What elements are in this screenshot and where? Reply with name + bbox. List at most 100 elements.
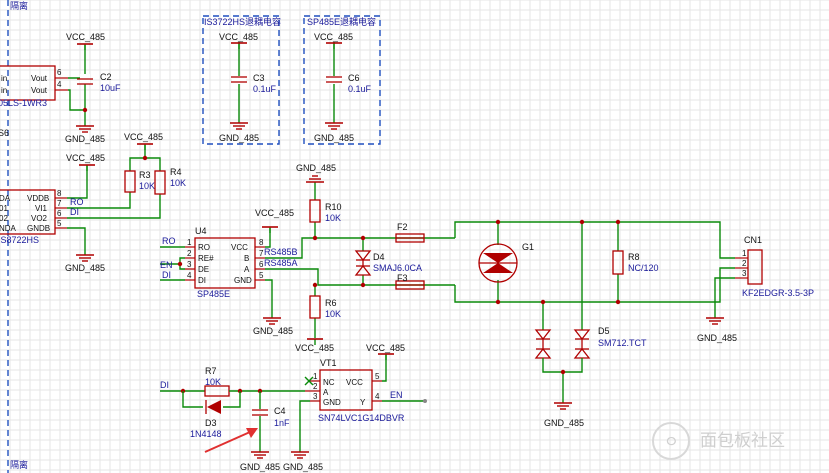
gnd-d5-label: GND_485 bbox=[544, 418, 584, 428]
schematic-svg: 隔离 隔离 in in Vout Vout 6 4 05LS-1WR3 C2 1… bbox=[0, 0, 829, 473]
vcc-c2: VCC_485 bbox=[66, 32, 105, 50]
dcdc-pinno-4: 4 bbox=[57, 80, 62, 89]
gnd-c3-label: GND_485 bbox=[219, 133, 259, 143]
iso-ref: S6 bbox=[0, 128, 9, 138]
net-rs485a: RS485A bbox=[264, 258, 298, 268]
gnd-c4: GND_485 bbox=[240, 451, 280, 472]
isolation-label-top: 隔离 bbox=[10, 0, 28, 11]
c3-value: 0.1uF bbox=[253, 84, 277, 94]
vt1-ref: VT1 bbox=[320, 358, 337, 368]
u4-lpin-3: DI bbox=[198, 276, 206, 285]
dcdc-name: 05LS-1WR3 bbox=[0, 98, 47, 108]
dcdc-pin-vout1: Vout bbox=[31, 74, 48, 83]
iso-lpin-3: NDA bbox=[0, 224, 17, 233]
isolation-label-bottom: 隔离 bbox=[10, 459, 28, 470]
gnd-u4-label: GND_485 bbox=[253, 326, 293, 336]
net-rs485b: RS485B bbox=[264, 247, 298, 257]
vt1-lpin-0: NC bbox=[323, 378, 335, 387]
c2-ref: C2 bbox=[100, 72, 112, 82]
gnd-r10-label: GND_485 bbox=[296, 163, 336, 173]
r8-value: NC/120 bbox=[628, 263, 659, 273]
vcc-r3r4-label: VCC_485 bbox=[124, 132, 163, 142]
u4-lnum-1: 2 bbox=[187, 249, 192, 258]
iso-lpin-0: DA bbox=[0, 194, 11, 203]
vt1-lnum-2: 3 bbox=[313, 392, 318, 401]
u4-rpin-0: VCC bbox=[231, 243, 248, 252]
gnd-u4: GND_485 bbox=[253, 317, 293, 336]
r3-value: 10K bbox=[139, 181, 155, 191]
vt1-rnum-0: 5 bbox=[375, 372, 380, 381]
r10-ref: R10 bbox=[325, 202, 342, 212]
vcc-c3: VCC_485 bbox=[219, 32, 258, 49]
vt1-rpin-0: VCC bbox=[346, 378, 363, 387]
r3-ref: R3 bbox=[139, 170, 151, 180]
c4-value: 1nF bbox=[274, 418, 290, 428]
cn1-pin-1: 1 bbox=[742, 249, 747, 258]
gnd-iso: GND_485 bbox=[65, 254, 105, 273]
net-ro-u4: RO bbox=[162, 236, 176, 246]
gnd-cn1-label: GND_485 bbox=[697, 333, 737, 343]
dcdc-pin-vout2: Vout bbox=[31, 86, 48, 95]
r7-ref: R7 bbox=[205, 366, 217, 376]
vt1-lnum-1: 2 bbox=[313, 382, 318, 391]
u4-lnum-0: 1 bbox=[187, 238, 192, 247]
u4-lpin-2: DE bbox=[198, 265, 209, 274]
net-en-u4: EN bbox=[160, 260, 173, 270]
cn1-pin-2: 2 bbox=[742, 259, 747, 268]
cn1-value: KF2EDGR-3.5-3P bbox=[742, 288, 814, 298]
gnd-iso-label: GND_485 bbox=[65, 263, 105, 273]
vcc-vt1: VCC_485 bbox=[366, 343, 405, 360]
d5-value: SM712.TCT bbox=[598, 338, 647, 348]
iso-rpin-0: VDDB bbox=[27, 194, 49, 203]
gnd-c2: GND_485 bbox=[65, 125, 105, 144]
dcdc-pinno-6: 6 bbox=[57, 68, 62, 77]
grid bbox=[0, 0, 829, 473]
d4-value: SMAJ6.0CA bbox=[373, 263, 422, 273]
net-di-bottom: DI bbox=[160, 380, 169, 390]
net-en-bottom: EN bbox=[390, 390, 403, 400]
u4-lnum-3: 4 bbox=[187, 271, 192, 280]
iso-pinno-0: 8 bbox=[57, 189, 62, 198]
gnd-c3: GND_485 bbox=[219, 122, 259, 143]
d3-value: 1N4148 bbox=[190, 429, 222, 439]
vcc-r6-label: VCC_485 bbox=[295, 343, 334, 353]
vt1-lnum-0: 1 bbox=[313, 372, 318, 381]
watermark: ㅇ 面包板社区 bbox=[652, 422, 785, 460]
u4-lpin-0: RO bbox=[198, 243, 210, 252]
f2-ref: F2 bbox=[397, 222, 408, 232]
r10-value: 10K bbox=[325, 213, 341, 223]
gnd-vt1-label: GND_485 bbox=[283, 462, 323, 472]
vcc-c2-label: VCC_485 bbox=[66, 32, 105, 42]
r4-value: 10K bbox=[170, 178, 186, 188]
cn1-ref: CN1 bbox=[744, 235, 762, 245]
c3-ref: C3 bbox=[253, 73, 265, 83]
decap-box-u4-label: IS3722HS退耦电容 bbox=[204, 16, 281, 27]
watermark-text: 面包板社区 bbox=[700, 431, 785, 450]
iso-rpin-1: VI1 bbox=[35, 204, 48, 213]
vcc-iso-label: VCC_485 bbox=[66, 153, 105, 163]
gnd-vt1: GND_485 bbox=[283, 451, 323, 472]
dcdc-pin-in1: in bbox=[1, 74, 7, 83]
vcc-iso: VCC_485 bbox=[66, 153, 105, 171]
r6-resistor: R6 10K bbox=[309, 295, 341, 319]
u4-rpin-3: GND bbox=[234, 276, 252, 285]
c6-capacitor: C6 0.1uF bbox=[326, 73, 372, 94]
schematic-canvas: 隔离 隔离 in in Vout Vout 6 4 05LS-1WR3 C2 1… bbox=[0, 0, 829, 473]
iso-pinno-2: 6 bbox=[57, 209, 62, 218]
u4-sp485e: U4 SP485E RO RE# DE DI VCC B A GND 1 2 3… bbox=[185, 226, 265, 299]
u4-lpin-1: RE# bbox=[198, 254, 214, 263]
vt1-rpin-1: Y bbox=[360, 398, 366, 407]
d5-ref: D5 bbox=[598, 326, 610, 336]
vcc-c6-label: VCC_485 bbox=[314, 32, 353, 42]
iso-name: IS8722HS bbox=[0, 235, 39, 245]
c4-ref: C4 bbox=[274, 406, 286, 416]
r6-value: 10K bbox=[325, 309, 341, 319]
g1-ref: G1 bbox=[522, 242, 534, 252]
cn1-pin-3: 3 bbox=[742, 269, 747, 278]
cn1-connector: 1 2 3 CN1 KF2EDGR-3.5-3P bbox=[735, 235, 814, 298]
vcc-c3-label: VCC_485 bbox=[219, 32, 258, 42]
d4-ref: D4 bbox=[373, 252, 385, 262]
vcc-u4-label: VCC_485 bbox=[255, 208, 294, 218]
u4-name: SP485E bbox=[197, 289, 230, 299]
d4-tvs-diode: D4 SMAJ6.0CA bbox=[354, 250, 422, 276]
